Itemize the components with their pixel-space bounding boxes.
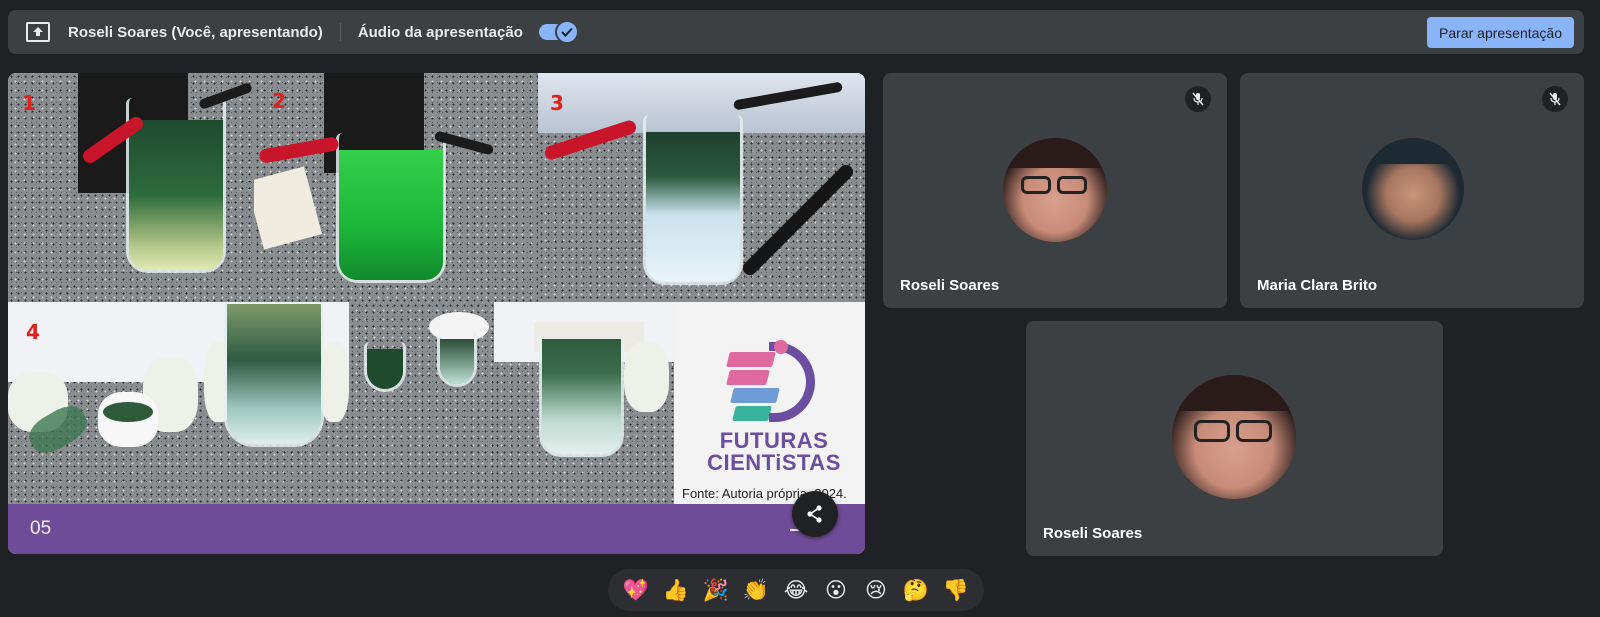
avatar — [1362, 138, 1464, 240]
present-to-all-icon — [26, 22, 50, 42]
slide-footer: 05 — [8, 504, 865, 554]
experiment-photo-2: 2 — [254, 73, 538, 302]
participant-tile[interactable]: Maria Clara Brito — [1240, 73, 1584, 308]
participant-tile[interactable]: Roseli Soares — [1026, 321, 1443, 556]
share-icon[interactable] — [792, 491, 838, 537]
check-icon — [554, 20, 579, 44]
crying-reaction[interactable]: 😢 — [859, 573, 893, 607]
experiment-photo-3: 3 — [538, 73, 865, 302]
slide-page-number: 05 — [30, 518, 52, 539]
participant-tile[interactable]: Roseli Soares — [883, 73, 1227, 308]
experiment-photo-4a: 4 — [8, 302, 204, 504]
presentation-audio-label: Áudio da apresentação — [357, 23, 523, 41]
laughing-reaction[interactable]: 😂 — [779, 573, 813, 607]
clapping-reaction[interactable]: 👏 — [739, 573, 773, 607]
photo-label: 4 — [26, 320, 40, 344]
experiment-photo-4d — [494, 302, 674, 504]
shared-slide: 1 2 3 4 FUTURAS CIENTiSTAS Fonte: Autori… — [8, 73, 865, 554]
presentation-audio-toggle[interactable] — [538, 20, 579, 44]
mic-off-icon — [1185, 86, 1211, 112]
presenter-label: Roseli Soares (Você, apresentando) — [68, 23, 323, 41]
sparkling-heart-reaction[interactable]: 💖 — [619, 573, 653, 607]
participant-name: Maria Clara Brito — [1257, 277, 1378, 294]
party-popper-reaction[interactable]: 🎉 — [699, 573, 733, 607]
avatar — [1003, 138, 1107, 242]
futuras-cientistas-logo: FUTURAS CIENTiSTAS Fonte: Autoria própri… — [674, 302, 865, 504]
experiment-photo-4c — [349, 302, 494, 504]
participant-name: Roseli Soares — [900, 277, 1000, 294]
experiment-photo-1: 1 — [8, 73, 254, 302]
photo-label: 2 — [272, 89, 286, 113]
stop-presenting-button[interactable]: Parar apresentação — [1427, 17, 1574, 48]
presentation-bar: Roseli Soares (Você, apresentando) Áudio… — [8, 10, 1584, 54]
logo-text-line1: FUTURAS — [719, 428, 829, 453]
reactions-bar: 💖 👍 🎉 👏 😂 😮 😢 🤔 👎 — [608, 569, 984, 611]
avatar — [1172, 375, 1296, 499]
thumbs-up-reaction[interactable]: 👍 — [659, 573, 693, 607]
experiment-photo-4b — [204, 302, 349, 504]
logo-text-line2: CIENTiSTAS — [707, 450, 841, 475]
photo-label: 3 — [550, 91, 564, 115]
surprised-reaction[interactable]: 😮 — [819, 573, 853, 607]
thinking-reaction[interactable]: 🤔 — [899, 573, 933, 607]
participant-name: Roseli Soares — [1043, 525, 1143, 542]
divider — [339, 23, 341, 41]
photo-label: 1 — [22, 91, 36, 115]
thumbs-down-reaction[interactable]: 👎 — [939, 573, 973, 607]
mic-off-icon — [1542, 86, 1568, 112]
